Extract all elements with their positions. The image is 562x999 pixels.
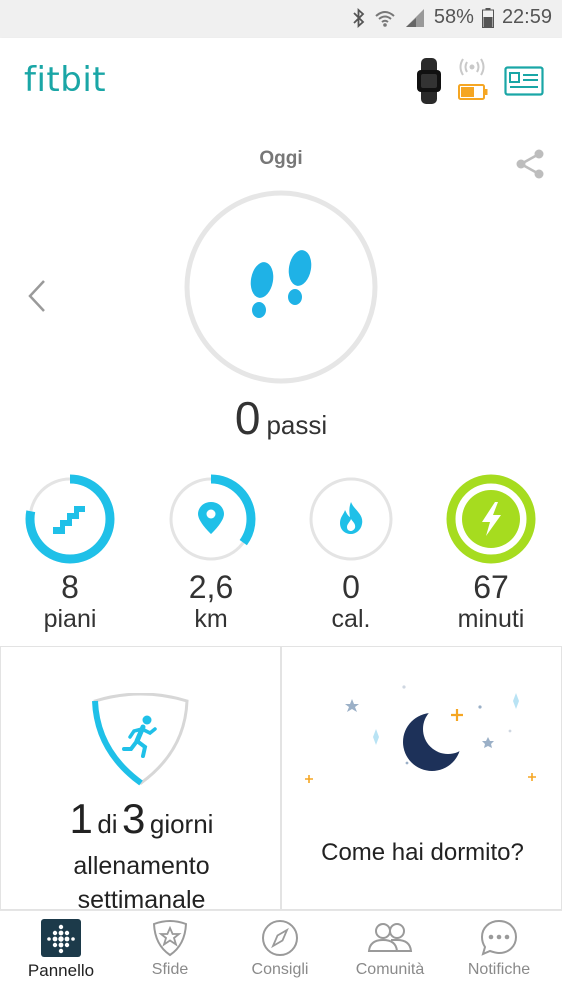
fitbit-logo: fitbit bbox=[24, 60, 107, 100]
floors-ring bbox=[25, 474, 115, 564]
nav-community[interactable]: Comunità bbox=[334, 919, 446, 979]
wifi-icon bbox=[375, 10, 395, 27]
distance-unit: km bbox=[194, 605, 228, 633]
challenges-star-icon bbox=[152, 920, 188, 957]
exercise-days-summary: 1 di 3 giorni bbox=[1, 795, 282, 843]
app-bar: fitbit bbox=[0, 38, 562, 126]
exercise-done-days: 1 bbox=[69, 795, 93, 842]
exercise-giorni: giorni bbox=[149, 809, 214, 839]
active-minutes-unit: minuti bbox=[457, 605, 525, 633]
stat-calories[interactable]: 0 cal. bbox=[286, 472, 416, 634]
clock-time: 22:59 bbox=[501, 6, 552, 28]
sync-wireless-icon bbox=[459, 58, 485, 76]
flame-icon bbox=[340, 502, 363, 534]
nav-label-notifications: Notifiche bbox=[467, 961, 531, 978]
nav-label-challenges: Sfide bbox=[151, 961, 189, 978]
stat-distance[interactable]: 2,6 km bbox=[146, 472, 276, 634]
notifications-chat-icon bbox=[480, 919, 518, 956]
exercise-goal-days: 3 bbox=[122, 795, 146, 842]
today-section: Oggi 0 passi 8 piani 2,6 km 0 cal. 67 mi… bbox=[0, 126, 562, 646]
distance-value: 2,6 bbox=[188, 569, 234, 605]
sleep-card[interactable]: Come hai dormito? bbox=[281, 646, 562, 910]
tracker-device-icon[interactable] bbox=[414, 58, 444, 104]
compass-icon bbox=[262, 920, 298, 956]
nav-label-dashboard: Pannello bbox=[27, 961, 95, 980]
calories-ring bbox=[309, 477, 393, 561]
today-title: Oggi bbox=[259, 148, 303, 169]
bottom-navigation: Pannello Sfide Consigli Comunità Notific… bbox=[0, 910, 562, 999]
distance-ring bbox=[166, 474, 256, 564]
community-icon bbox=[367, 923, 413, 952]
stat-floors[interactable]: 8 piani bbox=[5, 472, 135, 634]
exercise-card[interactable]: 1 di 3 giorni allenamento settimanale bbox=[0, 646, 282, 914]
running-person-icon bbox=[122, 715, 157, 758]
battery-icon bbox=[481, 7, 494, 28]
status-bar: 58% 22:59 bbox=[0, 0, 562, 38]
sleep-question: Come hai dormito? bbox=[321, 839, 524, 866]
battery-percent: 58% bbox=[433, 6, 474, 28]
share-icon[interactable] bbox=[514, 148, 546, 180]
nav-label-community: Comunità bbox=[355, 961, 425, 978]
calories-unit: cal. bbox=[331, 605, 371, 633]
nav-label-guidance: Consigli bbox=[251, 961, 309, 978]
nav-dashboard[interactable]: Pannello bbox=[5, 919, 117, 981]
previous-day-chevron-icon[interactable] bbox=[26, 278, 48, 314]
steps-summary[interactable]: 0 passi bbox=[0, 391, 562, 445]
footsteps-icon bbox=[250, 250, 312, 318]
active-minutes-value: 67 bbox=[473, 569, 509, 605]
nav-challenges[interactable]: Sfide bbox=[114, 919, 226, 979]
exercise-label-line1: allenamento bbox=[73, 852, 210, 880]
exercise-shield-icon bbox=[92, 693, 189, 786]
calories-value: 0 bbox=[342, 569, 360, 605]
dashboard-icon bbox=[41, 919, 81, 957]
bluetooth-icon bbox=[353, 7, 365, 28]
steps-value: 0 bbox=[234, 392, 261, 444]
exercise-label: allenamento settimanale bbox=[1, 849, 282, 917]
moon-stars-icon bbox=[305, 685, 536, 783]
exercise-di: di bbox=[97, 809, 118, 839]
steps-ring[interactable] bbox=[182, 188, 380, 386]
active-minutes-ring bbox=[446, 474, 536, 564]
floors-value: 8 bbox=[61, 569, 79, 605]
floors-unit: piani bbox=[43, 605, 97, 633]
account-card-icon[interactable] bbox=[504, 66, 544, 96]
tracker-battery-icon bbox=[458, 84, 488, 100]
signal-icon bbox=[405, 8, 424, 27]
stat-active-minutes[interactable]: 67 minuti bbox=[426, 472, 556, 634]
stairs-icon bbox=[53, 506, 85, 534]
steps-unit: passi bbox=[266, 410, 328, 440]
nav-guidance[interactable]: Consigli bbox=[224, 919, 336, 979]
nav-notifications[interactable]: Notifiche bbox=[443, 919, 555, 979]
location-pin-icon bbox=[198, 502, 224, 534]
